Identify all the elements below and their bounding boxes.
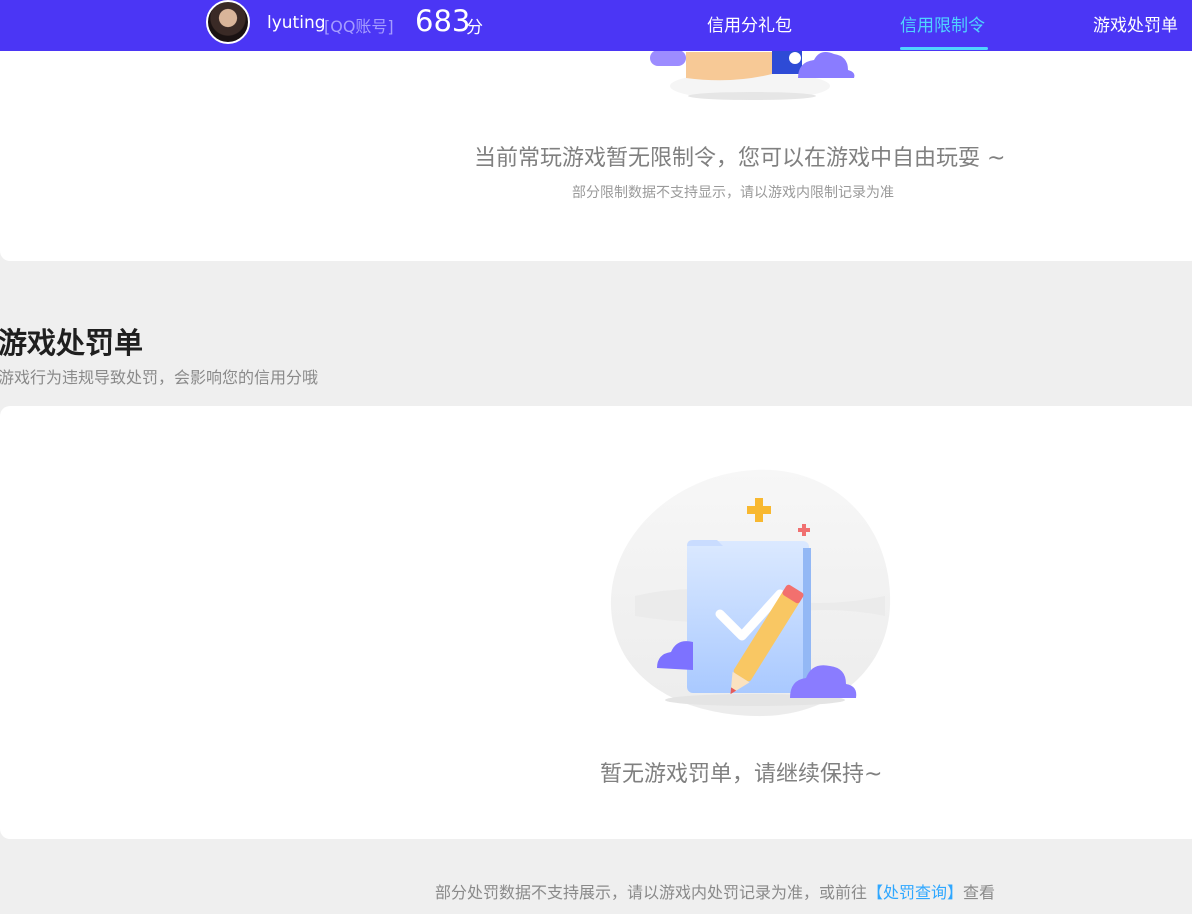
penalty-query-link[interactable]: 【处罚查询】: [867, 883, 963, 902]
tab-game-penalty[interactable]: 游戏处罚单: [1093, 11, 1178, 36]
username: lyuting: [267, 13, 326, 33]
penalty-card: 暂无游戏罚单，请继续保持~: [0, 406, 1192, 839]
restriction-empty-message: 当前常玩游戏暂无限制令，您可以在游戏中自由玩耍 ~: [474, 146, 1006, 171]
footer-note: 部分处罚数据不支持展示，请以游戏内处罚记录为准，或前往【处罚查询】查看: [435, 879, 995, 903]
footer-note-text: 部分处罚数据不支持展示，请以游戏内处罚记录为准，或前往: [435, 883, 868, 902]
account-type-label: [QQ账号]: [324, 17, 394, 36]
folder-pencil-check-icon: [605, 466, 895, 726]
restriction-sub-message: 部分限制数据不支持显示，请以游戏内限制记录为准: [572, 185, 894, 201]
penalty-empty-message: 暂无游戏罚单，请继续保持~: [600, 762, 883, 787]
section-desc-penalty: 游戏行为违规导致处罚，会影响您的信用分哦: [0, 368, 319, 387]
tab-credit-gift[interactable]: 信用分礼包: [707, 11, 792, 36]
top-nav-bar: lyuting [QQ账号] 683 分 信用分礼包 信用限制令 游戏处罚单: [0, 0, 1192, 51]
credit-score: 683: [415, 4, 471, 38]
credit-score-unit: 分: [466, 18, 483, 38]
section-title-penalty: 游戏处罚单: [0, 326, 144, 360]
avatar[interactable]: [206, 0, 250, 44]
footer-note-suffix: 查看: [963, 883, 996, 902]
active-tab-indicator: [900, 47, 988, 50]
tab-credit-restriction[interactable]: 信用限制令: [900, 11, 985, 36]
